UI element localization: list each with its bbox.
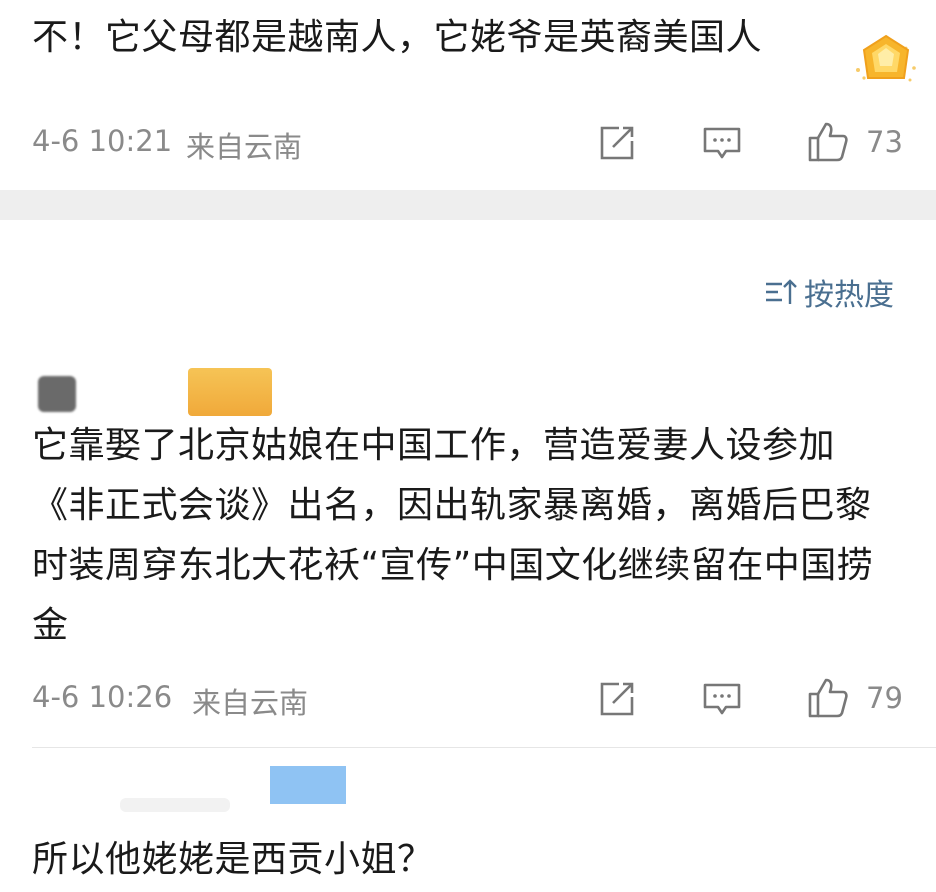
comment-separator [32,747,936,748]
author-name-blurred[interactable] [120,798,230,812]
comment-2-like-count: 79 [866,681,903,715]
comment-1-time: 4-6 10:21 [32,124,173,158]
like-icon [808,122,848,162]
share-icon [600,126,634,160]
share-icon [600,682,634,716]
sort-label: 按热度 [804,278,894,313]
comment-2-like-button[interactable]: 79 [806,676,903,720]
comment-2-time: 4-6 10:26 [32,680,173,714]
author-badge [270,766,346,804]
comment-1-share-button[interactable] [597,123,637,167]
author-badge [188,368,272,416]
comment-1-location: 来自云南 [186,130,303,164]
section-divider [0,190,936,220]
comment-2-text: 它靠娶了北京姑娘在中国工作，营造爱妻人设参加《非正式会谈》出名，因出轨家暴离婚，… [32,425,874,646]
comment-1-reply-button[interactable] [702,123,742,167]
reply-icon [703,127,741,159]
author-avatar[interactable] [38,376,76,412]
sort-icon [766,279,797,304]
comment-1-like-button[interactable]: 73 [806,120,903,164]
sort-button[interactable]: 按热度 [764,270,894,314]
comment-2-share-button[interactable] [597,679,637,723]
reply-icon [703,683,741,715]
comment-1-text: 不！它父母都是越南人，它姥爷是英裔美国人 [32,17,763,58]
comment-1-like-count: 73 [866,125,903,159]
comment-2-location: 来自云南 [192,686,309,720]
comment-2-reply-button[interactable] [702,679,742,723]
like-icon [808,678,848,718]
comment-3-text: 所以他姥姥是西贡小姐？ [32,839,434,880]
medal-icon [850,30,922,92]
